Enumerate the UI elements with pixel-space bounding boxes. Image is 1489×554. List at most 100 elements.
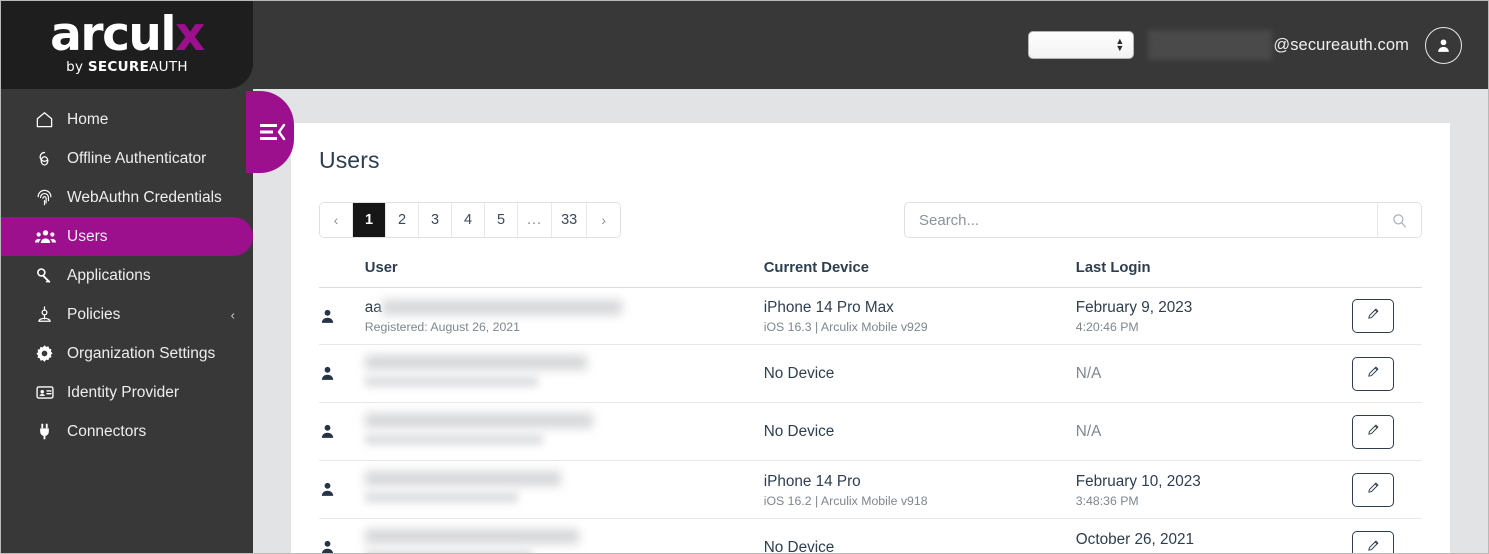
organization-select[interactable]: ▲ ▼ [1028,31,1135,59]
user-name-redacted [381,300,622,316]
pagination-page-33[interactable]: 33 [552,203,588,237]
person-icon [319,308,365,325]
sidebar-item-applications[interactable]: Applications [1,256,253,295]
pagination-prev[interactable]: ‹ [320,203,353,237]
sidebar-item-label: Home [67,110,109,128]
sidebar-item-home[interactable]: Home [1,100,253,139]
device-name: No Device [763,539,835,554]
plug-icon [35,422,61,441]
user-name-redacted [1148,30,1273,60]
chevron-left-icon[interactable]: ‹ [231,307,235,322]
table-header-row: User Current Device Last Login [319,260,1422,288]
cell-user-icon [319,402,365,462]
person-icon [319,423,365,440]
sidebar-item-offline-authenticator[interactable]: Offline Authenticator [1,139,253,178]
updown-arrows-icon: ▲ ▼ [1115,36,1125,53]
sidebar-item-label: Identity Provider [67,383,179,401]
sidebar-item-identity-provider[interactable]: Identity Provider [1,373,253,412]
device-name: No Device [763,365,835,383]
user-avatar-button[interactable] [1425,26,1462,64]
sidebar-item-label: Organization Settings [67,344,216,362]
sidebar-item-label: Users [67,227,108,245]
brand-wordmark: arculx [50,11,205,58]
user-name-redacted [364,413,593,429]
edit-user-button[interactable] [1352,356,1395,391]
cell-user [364,344,764,404]
pagination: ‹ 1 2 3 4 5... 33 › [319,202,622,238]
pencil-edit-icon [1366,480,1381,500]
sidebar-nav: Home Offline Authenticator WebAuthn Creden… [1,89,253,553]
sidebar-item-connectors[interactable]: Connectors [1,412,253,451]
user-email-domain: @secureauth.com [1273,35,1409,54]
last-login-time: 4:20:46 PM [1075,320,1139,335]
users-table: User Current Device Last Login aa Registe… [319,260,1422,554]
search-button[interactable] [1377,203,1421,237]
cell-actions [1352,460,1422,520]
policy-icon [35,305,61,324]
page-title: Users [319,147,380,173]
edit-user-button[interactable] [1352,299,1395,334]
sidebar-item-policies[interactable]: Policies ‹ [1,295,253,334]
header-right-controls: ▲ ▼ @secureauth.com [1028,1,1462,89]
last-login-date: N/A [1075,365,1102,383]
sidebar-item-label: Connectors [67,422,147,440]
edit-user-button[interactable] [1352,530,1395,553]
pagination-page-1[interactable]: 1 [353,203,386,237]
person-icon [319,481,365,498]
user-registered-date: Registered: August 26, 2021 [364,320,520,335]
user-subtext-redacted [364,434,543,446]
home-icon [35,110,61,129]
cell-device: No Device [763,344,1076,404]
pencil-edit-icon [1366,364,1381,384]
user-name-redacted [364,529,579,545]
device-name: No Device [763,423,835,441]
device-os-version: iOS 16.3 | Arculix Mobile v929 [763,320,928,335]
cell-user-icon [319,287,365,346]
pagination-page-3[interactable]: 3 [419,203,452,237]
sidebar-item-webauthn-credentials[interactable]: WebAuthn Credentials [1,178,253,217]
sidebar-item-label: WebAuthn Credentials [67,188,222,206]
brand-name-text: arcul [50,7,176,63]
cell-device: No Device [763,518,1076,554]
table-row: No Device N/A [319,402,1422,462]
cell-device: iPhone 14 Pro Max iOS 16.3 | Arculix Mobi… [763,287,1076,346]
pagination-page-2[interactable]: 2 [386,203,419,237]
col-header-user: User [364,260,764,288]
cell-user-icon [319,460,365,520]
table-row: iPhone 14 Pro iOS 16.2 | Arculix Mobile v… [319,460,1422,520]
pencil-edit-icon [1366,538,1381,553]
device-name: iPhone 14 Pro Max [763,299,894,316]
sidebar-item-organization-settings[interactable]: Organization Settings [1,334,253,373]
cell-device: No Device [763,402,1076,462]
users-table-head: User Current Device Last Login [319,260,1422,288]
device-os-version: iOS 16.2 | Arculix Mobile v918 [763,493,928,508]
brand-tagline: by SECUREAUTH [50,59,204,75]
user-subtext-redacted [364,492,518,504]
cell-last-login: February 9, 2023 4:20:46 PM [1075,287,1353,346]
edit-user-button[interactable] [1352,472,1395,507]
cell-device: iPhone 14 Pro iOS 16.2 | Arculix Mobile v… [763,460,1076,520]
users-table-body: aa Registered: August 26, 2021 iPhone 14 P… [319,287,1422,554]
cell-user [364,518,764,553]
key-icon [35,266,61,285]
pagination-next[interactable]: › [587,203,621,237]
cell-user-icon [319,344,365,404]
person-icon [319,539,365,553]
user-subtext-redacted [364,376,538,388]
person-icon [319,365,365,382]
cell-last-login: N/A [1075,344,1353,404]
last-login-date: February 9, 2023 [1075,299,1193,316]
cell-user [364,460,764,520]
cell-user: aa Registered: August 26, 2021 [364,287,764,346]
tagline-by: by [66,58,88,75]
pagination-page-4[interactable]: 4 [452,203,485,237]
key-lock-icon [35,149,61,168]
sidebar-item-users[interactable]: Users [1,217,253,256]
last-login-time: 3:48:36 PM [1075,493,1139,508]
search-icon [1393,213,1407,227]
app-window: ▲ ▼ @secureauth.com arculx by SECUREAUTH … [0,0,1489,554]
edit-user-button[interactable] [1352,414,1395,449]
pagination-page-5[interactable]: 5 [485,203,518,237]
search-input[interactable] [905,203,1377,237]
table-row: No Device N/A [319,344,1422,404]
